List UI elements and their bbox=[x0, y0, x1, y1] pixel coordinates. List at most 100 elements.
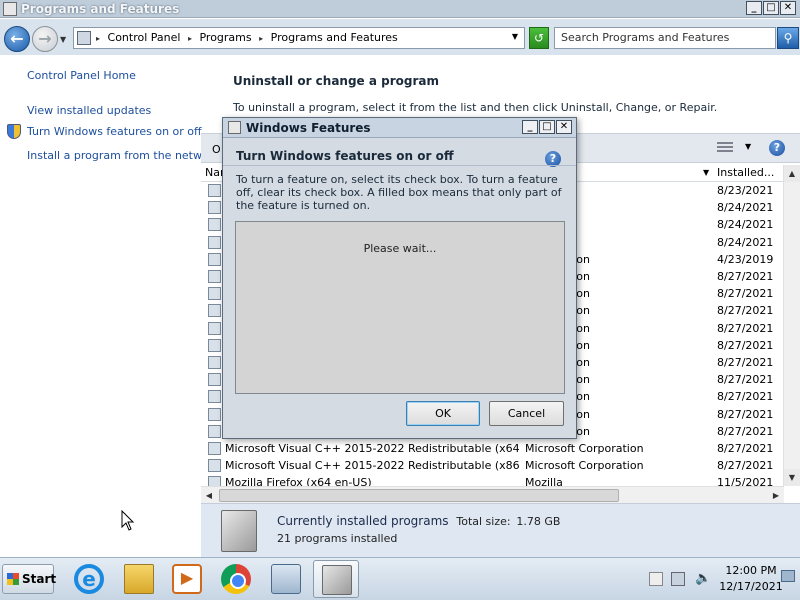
program-icon bbox=[208, 235, 221, 249]
control-panel-icon bbox=[77, 31, 91, 45]
scroll-down-icon[interactable]: ▼ bbox=[784, 469, 800, 486]
program-installed-date: 8/27/2021 bbox=[717, 407, 774, 421]
program-installed-date: 8/24/2021 bbox=[717, 201, 774, 215]
features-tree[interactable]: Please wait... bbox=[235, 221, 565, 394]
maximize-button[interactable]: □ bbox=[763, 1, 779, 15]
details-heading: Currently installed programs bbox=[277, 514, 449, 528]
taskbar-internet-explorer[interactable]: e bbox=[66, 560, 112, 598]
cancel-button[interactable]: Cancel bbox=[489, 401, 564, 426]
program-installed-date: 8/24/2021 bbox=[717, 235, 774, 249]
taskbar: Start e ▶ 🔈 12:00 PM 12/17/2021 bbox=[0, 557, 800, 600]
clock-time: 12:00 PM bbox=[725, 564, 777, 577]
breadcrumb-control-panel[interactable]: Control Panel bbox=[108, 31, 181, 44]
program-icon bbox=[208, 201, 221, 215]
program-publisher: Microsoft Corporation bbox=[525, 442, 644, 455]
table-row[interactable]: Microsoft Visual C++ 2015-2022 Redistrib… bbox=[201, 440, 784, 457]
search-input[interactable]: Search Programs and Features bbox=[554, 27, 776, 49]
minimize-button[interactable]: _ bbox=[746, 1, 762, 15]
dialog-title: Windows Features bbox=[246, 121, 371, 135]
windows-flag-icon bbox=[7, 573, 19, 585]
total-size-label: Total size: bbox=[456, 515, 511, 528]
vertical-scrollbar[interactable]: ▲ ▼ bbox=[783, 165, 800, 486]
clock-date: 12/17/2021 bbox=[719, 580, 783, 593]
ok-button[interactable]: OK bbox=[406, 401, 480, 426]
program-icon bbox=[208, 304, 221, 318]
title-bar[interactable]: Programs and Features _ □ ✕ bbox=[0, 0, 800, 18]
details-pane: Currently installed programs Total size:… bbox=[201, 503, 800, 557]
page-title: Uninstall or change a program bbox=[233, 74, 440, 88]
dialog-title-bar[interactable]: Windows Features _ □ ✕ bbox=[223, 118, 576, 138]
action-center-icon[interactable] bbox=[649, 572, 663, 586]
scroll-left-icon[interactable]: ◀ bbox=[201, 487, 217, 504]
address-dropdown-icon[interactable]: ▼ bbox=[512, 32, 518, 41]
program-installed-date: 8/27/2021 bbox=[717, 338, 774, 352]
table-row[interactable]: Microsoft Visual C++ 2015-2022 Redistrib… bbox=[201, 457, 784, 474]
view-dropdown-icon[interactable]: ▼ bbox=[745, 142, 751, 151]
taskbar-windows-features[interactable] bbox=[313, 560, 359, 598]
show-desktop-icon[interactable] bbox=[781, 570, 795, 582]
program-icon bbox=[208, 270, 221, 283]
dialog-minimize-button[interactable]: _ bbox=[522, 120, 538, 134]
program-installed-date: 8/27/2021 bbox=[717, 390, 774, 404]
breadcrumb-programs-and-features[interactable]: Programs and Features bbox=[271, 31, 398, 44]
forward-button[interactable]: → bbox=[32, 26, 58, 52]
program-installed-date: 8/27/2021 bbox=[717, 424, 774, 438]
back-button[interactable]: ← bbox=[4, 26, 30, 52]
dialog-maximize-button[interactable]: □ bbox=[539, 120, 555, 134]
program-icon bbox=[208, 459, 221, 473]
breadcrumb-separator[interactable]: ▸ bbox=[188, 34, 192, 43]
taskbar-explorer[interactable] bbox=[116, 560, 162, 598]
program-installed-date: 4/23/2019 bbox=[717, 252, 774, 266]
program-installed-date: 8/23/2021 bbox=[717, 184, 774, 197]
details-title: Currently installed programs Total size:… bbox=[277, 514, 560, 528]
address-bar[interactable]: ▸ Control Panel ▸ Programs ▸ Programs an… bbox=[73, 27, 525, 49]
clock[interactable]: 12:00 PM 12/17/2021 bbox=[716, 563, 786, 595]
view-installed-updates-link[interactable]: View installed updates bbox=[27, 104, 151, 117]
breadcrumb-programs[interactable]: Programs bbox=[199, 31, 251, 44]
control-panel-home-link[interactable]: Control Panel Home bbox=[27, 69, 136, 82]
volume-icon[interactable]: 🔈 bbox=[695, 572, 711, 586]
install-from-network-link[interactable]: Install a program from the network bbox=[27, 149, 220, 162]
internet-explorer-icon: e bbox=[74, 564, 104, 594]
horizontal-scrollbar[interactable]: ◀ ▶ bbox=[201, 486, 784, 503]
scroll-thumb[interactable] bbox=[219, 489, 619, 502]
organize-button[interactable]: O bbox=[212, 143, 221, 156]
program-name: Microsoft Visual C++ 2015-2022 Redistrib… bbox=[225, 459, 519, 473]
breadcrumb-separator[interactable]: ▸ bbox=[96, 34, 100, 43]
mouse-cursor bbox=[114, 492, 135, 531]
close-button[interactable]: ✕ bbox=[780, 1, 796, 15]
column-filter-icon[interactable]: ▼ bbox=[703, 168, 709, 177]
program-icon bbox=[208, 390, 221, 404]
taskbar-chrome[interactable] bbox=[213, 560, 259, 598]
program-installed-date: 8/27/2021 bbox=[717, 373, 774, 387]
taskbar-control-panel[interactable] bbox=[263, 560, 309, 598]
folder-icon bbox=[124, 564, 154, 594]
scroll-right-icon[interactable]: ▶ bbox=[768, 487, 784, 504]
program-installed-date: 8/27/2021 bbox=[717, 304, 774, 318]
address-row: ← → ▼ ▸ Control Panel ▸ Programs ▸ Progr… bbox=[0, 19, 800, 55]
chrome-icon bbox=[221, 564, 251, 594]
breadcrumb-separator[interactable]: ▸ bbox=[259, 34, 263, 43]
breadcrumb: ▸ Control Panel ▸ Programs ▸ Programs an… bbox=[96, 31, 402, 44]
total-size-value: 1.78 GB bbox=[516, 515, 561, 528]
change-view-icon[interactable] bbox=[717, 142, 733, 154]
program-icon bbox=[208, 407, 221, 421]
program-installed-date: 8/27/2021 bbox=[717, 270, 774, 283]
refresh-button[interactable]: ↺ bbox=[529, 27, 549, 49]
search-icon[interactable]: ⚲ bbox=[777, 27, 799, 49]
dialog-heading: Turn Windows features on or off bbox=[236, 149, 454, 163]
column-installed-header[interactable]: Installed... bbox=[717, 166, 774, 179]
taskbar-media-player[interactable]: ▶ bbox=[164, 560, 210, 598]
program-icon bbox=[208, 442, 221, 455]
network-icon[interactable] bbox=[671, 572, 685, 586]
program-installed-date: 8/27/2021 bbox=[717, 356, 774, 369]
dialog-close-button[interactable]: ✕ bbox=[556, 120, 572, 134]
help-icon[interactable]: ? bbox=[769, 140, 785, 156]
recent-pages-dropdown-icon[interactable]: ▼ bbox=[60, 35, 66, 44]
start-button[interactable]: Start bbox=[2, 564, 56, 594]
dialog-description: To turn a feature on, select its check b… bbox=[236, 173, 562, 212]
scroll-up-icon[interactable]: ▲ bbox=[784, 165, 800, 182]
turn-windows-features-link[interactable]: Turn Windows features on or off bbox=[27, 125, 202, 138]
program-icon bbox=[208, 287, 221, 301]
program-icon bbox=[208, 321, 221, 335]
